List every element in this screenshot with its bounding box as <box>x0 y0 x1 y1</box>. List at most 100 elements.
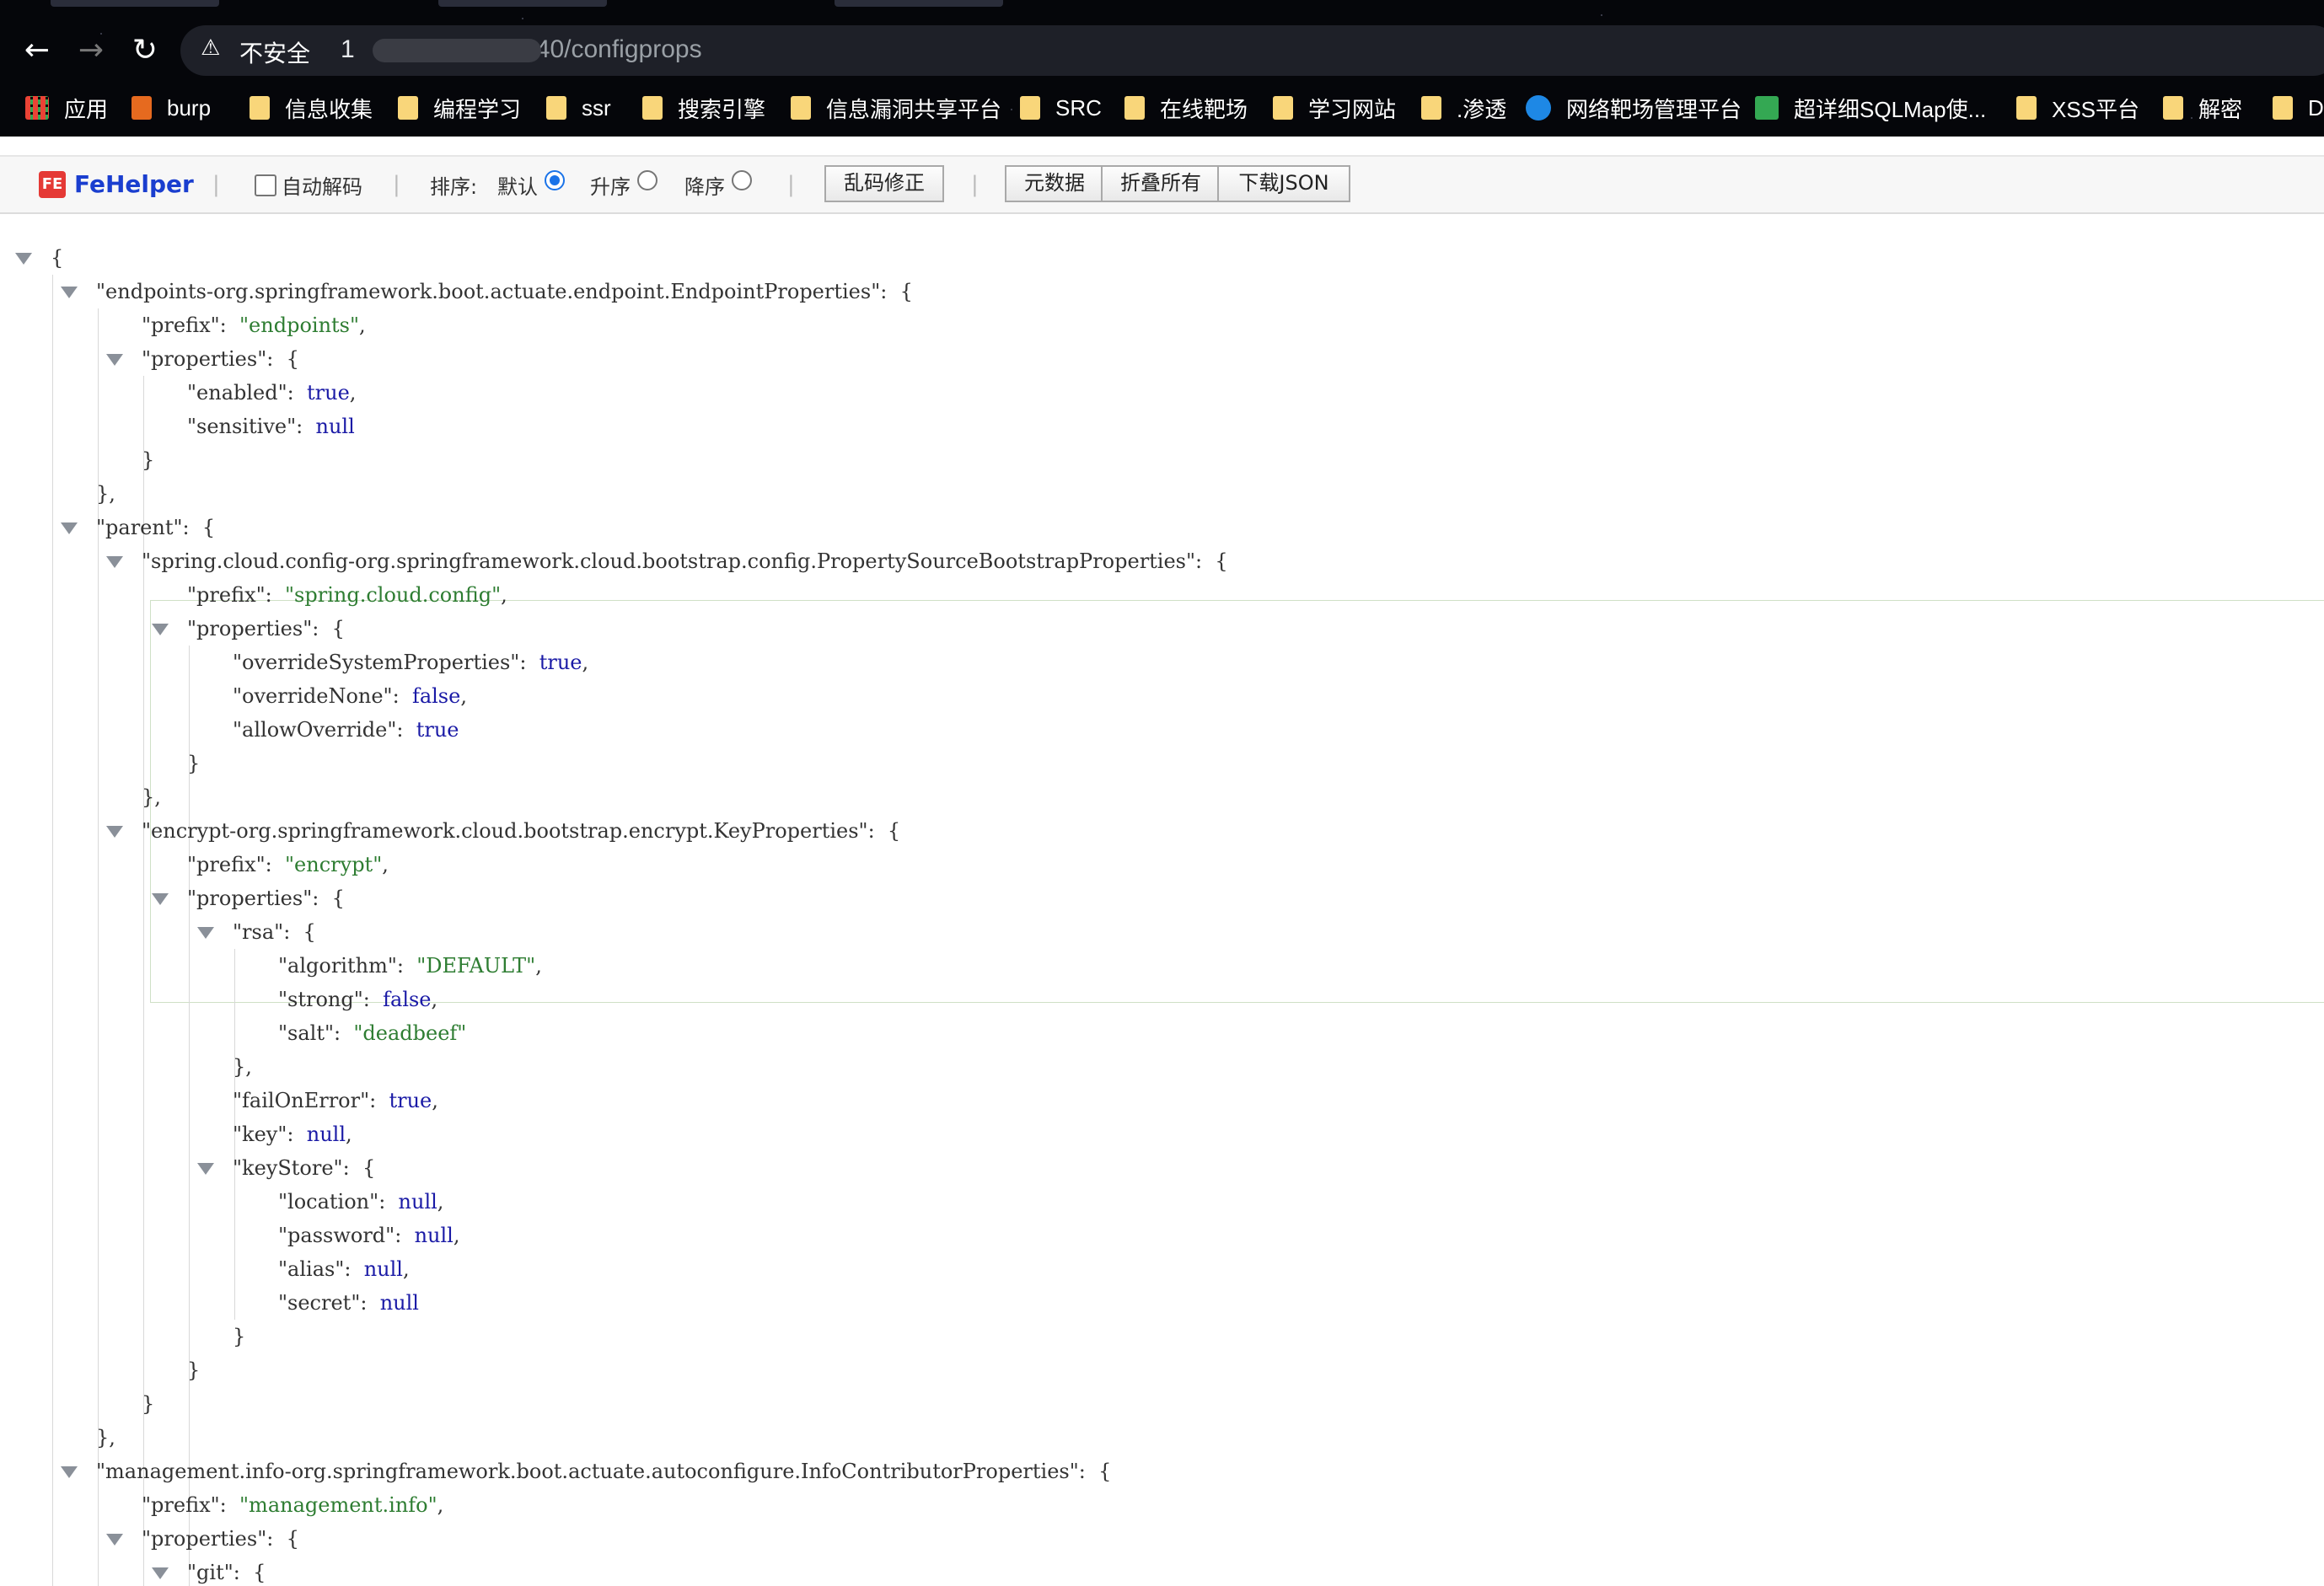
json-literal-value: true <box>539 651 582 674</box>
collapse-toggle-icon[interactable] <box>106 556 123 568</box>
tab[interactable] <box>835 0 1003 7</box>
json-literal-value: null <box>306 1123 346 1146</box>
json-line: "rsa": { <box>233 915 316 949</box>
sort-default-label: 默认 <box>497 175 538 199</box>
json-key: "password" <box>278 1224 395 1247</box>
tab-strip[interactable] <box>0 0 2324 7</box>
collapse-toggle-icon[interactable] <box>197 1163 214 1175</box>
bookmark-folder[interactable]: SRC <box>1020 91 1102 125</box>
json-punctuation: : <box>519 651 539 674</box>
auto-decode-checkbox[interactable]: 自动解码 <box>255 170 362 200</box>
bookmark-sqlmap[interactable]: 超详细SQLMap使... <box>1755 91 1986 125</box>
json-line: "properties": { <box>187 881 345 915</box>
bookmark-folder[interactable]: D <box>2273 91 2324 125</box>
collapse-toggle-icon[interactable] <box>106 354 123 366</box>
sort-label: 排序: <box>430 175 478 199</box>
download-json-button[interactable]: 下载JSON <box>1217 165 1350 202</box>
json-literal-value: null <box>398 1190 437 1214</box>
json-punctuation: : <box>378 1190 399 1214</box>
bookmark-folder[interactable]: 在线靶场 <box>1124 91 1248 125</box>
address-bar[interactable]: ⚠ 不安全 120:8040/configprops <box>180 25 2324 76</box>
checkbox-icon[interactable] <box>255 174 276 196</box>
json-line: } <box>142 443 154 477</box>
json-punctuation: , <box>346 1123 352 1146</box>
json-key: "rsa" <box>233 920 284 944</box>
radio-icon[interactable] <box>732 169 752 190</box>
bookmark-apps[interactable]: 应用 <box>25 91 108 125</box>
json-key: "sensitive" <box>187 415 297 438</box>
json-literal-value: false <box>383 988 432 1011</box>
bookmarks-bar: 应用 burp 信息收集 编程学习 ssr 搜索引擎 信息漏洞共享平台 SRC … <box>0 86 2324 128</box>
collapse-all-button[interactable]: 折叠所有 <box>1101 165 1221 202</box>
collapse-toggle-icon[interactable] <box>106 826 123 838</box>
collapse-toggle-icon[interactable] <box>61 522 78 534</box>
bookmark-label: 搜索引擎 <box>678 96 766 122</box>
json-punctuation: : { <box>1078 1460 1112 1483</box>
toolbar-divider: | <box>787 172 795 197</box>
bookmark-folder[interactable]: 信息收集 <box>250 91 373 125</box>
bookmark-folder[interactable]: 学习网站 <box>1273 91 1396 125</box>
json-line: "location": null, <box>278 1185 443 1219</box>
metadata-button[interactable]: 元数据 <box>1005 165 1104 202</box>
indent-guide <box>189 646 190 1586</box>
json-key: "prefix" <box>187 583 266 607</box>
reload-icon[interactable]: ↻ <box>126 32 164 69</box>
bookmark-folder[interactable]: 解密 <box>2163 91 2242 125</box>
radio-selected-icon[interactable] <box>545 169 565 190</box>
bookmark-folder[interactable]: 信息漏洞共享平台 <box>791 91 1001 125</box>
bookmark-label: XSS平台 <box>2052 96 2140 122</box>
security-label: 不安全 <box>239 40 311 67</box>
collapse-toggle-icon[interactable] <box>152 893 169 905</box>
bookmark-folder[interactable]: ssr <box>546 91 611 125</box>
json-punctuation: , <box>582 651 589 674</box>
fehelper-logo[interactable]: FE FeHelper <box>39 170 194 198</box>
json-line: "management.info-org.springframework.boo… <box>96 1455 1111 1488</box>
bookmark-burp[interactable]: burp <box>131 91 211 125</box>
collapse-toggle-icon[interactable] <box>152 624 169 635</box>
bookmark-folder[interactable]: .渗透 <box>1421 91 1506 125</box>
collapse-toggle-icon[interactable] <box>152 1567 169 1579</box>
doc-icon <box>1755 96 1779 120</box>
collapse-toggle-icon[interactable] <box>197 927 214 939</box>
bookmark-folder[interactable]: 编程学习 <box>398 91 521 125</box>
folder-icon <box>791 96 811 120</box>
forward-icon[interactable]: → <box>72 32 110 69</box>
collapse-toggle-icon[interactable] <box>15 253 32 265</box>
json-punctuation: : <box>360 1291 380 1315</box>
radio-icon[interactable] <box>637 169 657 190</box>
json-key: "properties" <box>142 1527 267 1551</box>
json-viewer: {"endpoints-org.springframework.boot.act… <box>0 233 2324 1586</box>
back-icon[interactable]: ← <box>19 32 56 69</box>
json-punctuation: : <box>265 853 286 876</box>
json-punctuation: , <box>432 1089 438 1112</box>
bookmark-label: ssr <box>582 94 611 121</box>
bookmark-label: 在线靶场 <box>1160 96 1248 122</box>
fix-encoding-button[interactable]: 乱码修正 <box>824 165 944 202</box>
json-punctuation: , <box>501 583 507 607</box>
collapse-toggle-icon[interactable] <box>61 287 78 298</box>
json-string-value: "endpoints" <box>239 313 360 337</box>
sort-default-radio[interactable]: 默认 <box>497 169 565 200</box>
bookmark-folder[interactable]: 搜索引擎 <box>642 91 765 125</box>
json-key: "keyStore" <box>233 1156 343 1180</box>
json-key: "strong" <box>278 988 363 1011</box>
json-punctuation: , <box>382 853 389 876</box>
collapse-toggle-icon[interactable] <box>106 1534 123 1546</box>
tab[interactable] <box>438 0 607 7</box>
json-key: "properties" <box>187 887 313 910</box>
sort-asc-radio[interactable]: 升序 <box>590 169 657 200</box>
bookmark-folder[interactable]: XSS平台 <box>2016 91 2139 125</box>
tab[interactable] <box>51 0 219 7</box>
json-key: "prefix" <box>142 313 220 337</box>
toolbar-divider: | <box>971 172 979 197</box>
json-key: "overrideSystemProperties" <box>233 651 520 674</box>
json-punctuation: : <box>334 1021 354 1045</box>
sort-desc-radio[interactable]: 降序 <box>684 169 752 200</box>
folder-icon <box>2016 96 2037 120</box>
folder-icon <box>546 96 566 120</box>
collapse-toggle-icon[interactable] <box>61 1466 78 1478</box>
json-string-value: "encrypt" <box>285 853 383 876</box>
bookmark-label: 学习网站 <box>1308 96 1397 122</box>
bookmark-range-platform[interactable]: 网络靶场管理平台 <box>1526 91 1742 125</box>
bookmark-label: 超详细SQLMap使... <box>1794 96 1987 122</box>
